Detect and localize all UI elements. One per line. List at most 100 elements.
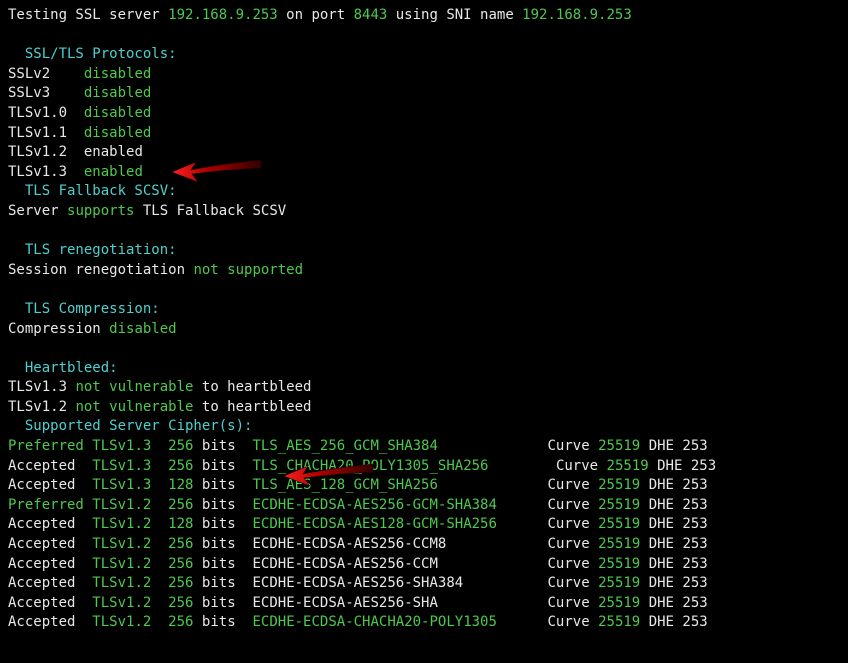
bits-label: bits [202,516,236,532]
cipher-bits: 256 [168,614,193,630]
cipher-name: ECDHE-ECDSA-AES256-CCM8 [252,536,446,552]
cipher-bits: 256 [168,556,193,572]
header-host: 192.168.9.253 [168,7,278,23]
fallback-supports: supports [67,203,134,219]
section-protocols-title: SSL/TLS Protocols: [8,46,177,62]
header-mid: on port [278,7,354,23]
cipher-name: ECDHE-ECDSA-AES128-GCM-SHA256 [252,516,496,532]
cipher-status: Accepted [8,458,75,474]
terminal-output: Testing SSL server 192.168.9.253 on port… [0,0,848,639]
dhe-label: DHE [649,477,674,493]
cipher-bits: 128 [168,477,193,493]
cipher-status: Accepted [8,595,75,611]
cipher-name: ECDHE-ECDSA-CHACHA20-POLY1305 [252,614,496,630]
curve-label: Curve [548,614,590,630]
bits-label: bits [202,614,236,630]
dhe-value: 253 [682,556,707,572]
cipher-status: Accepted [8,614,75,630]
heartbleed-proto: TLSv1.2 [8,399,67,415]
cipher-bits: 256 [168,458,193,474]
section-ciphers-title: Supported Server Cipher(s): [8,418,252,434]
heartbleed-state: not vulnerable [75,379,193,395]
protocols-list: SSLv2 disabled SSLv3 disabled TLSv1.0 di… [8,66,151,180]
bits-label: bits [202,536,236,552]
header-sni: 192.168.9.253 [522,7,632,23]
cipher-bits: 128 [168,516,193,532]
dhe-value: 253 [682,477,707,493]
cipher-name: ECDHE-ECDSA-AES256-CCM [252,556,437,572]
cipher-name: ECDHE-ECDSA-AES256-GCM-SHA384 [252,497,496,513]
curve-value: 25519 [598,477,640,493]
curve-label: Curve [548,477,590,493]
protocol-name: TLSv1.0 [8,105,67,121]
protocol-name: SSLv3 [8,85,50,101]
curve-value: 25519 [598,516,640,532]
cipher-name: ECDHE-ECDSA-AES256-SHA [252,595,437,611]
cipher-bits: 256 [168,595,193,611]
cipher-bits: 256 [168,536,193,552]
curve-value: 25519 [598,595,640,611]
protocol-state: disabled [84,125,151,141]
protocol-name: TLSv1.2 [8,144,67,160]
bits-label: bits [202,477,236,493]
bits-label: bits [202,575,236,591]
ciphers-list: Preferred TLSv1.3 256 bits TLS_AES_256_G… [8,438,716,630]
cipher-proto: TLSv1.2 [92,595,151,611]
section-fallback-title: TLS Fallback SCSV: [8,183,177,199]
cipher-name: ECDHE-ECDSA-AES256-SHA384 [252,575,463,591]
bits-label: bits [202,595,236,611]
reneg-line: Session renegotiation not supported [8,262,303,278]
cipher-status: Preferred [8,438,84,454]
curve-label: Curve [548,595,590,611]
compress-state: disabled [109,321,176,337]
protocol-state: disabled [84,85,151,101]
dhe-label: DHE [649,536,674,552]
protocol-state: enabled [84,164,143,180]
protocol-state: disabled [84,105,151,121]
cipher-bits: 256 [168,438,193,454]
cipher-proto: TLSv1.3 [92,438,151,454]
compress-line: Compression disabled [8,321,177,337]
curve-label: Curve [548,575,590,591]
dhe-value: 253 [682,497,707,513]
protocol-name: TLSv1.1 [8,125,67,141]
cipher-name: TLS_AES_128_GCM_SHA256 [252,477,437,493]
heartbleed-state: not vulnerable [75,399,193,415]
dhe-label: DHE [649,595,674,611]
dhe-label: DHE [657,458,682,474]
curve-label: Curve [548,516,590,532]
cipher-proto: TLSv1.2 [92,575,151,591]
dhe-label: DHE [649,575,674,591]
curve-label: Curve [548,438,590,454]
cipher-status: Accepted [8,536,75,552]
cipher-status: Accepted [8,516,75,532]
cipher-name: TLS_CHACHA20_POLY1305_SHA256 [252,458,488,474]
dhe-label: DHE [649,614,674,630]
protocol-name: TLSv1.3 [8,164,67,180]
curve-label: Curve [548,497,590,513]
dhe-label: DHE [649,516,674,532]
cipher-proto: TLSv1.2 [92,536,151,552]
compress-prefix: Compression [8,321,109,337]
dhe-value: 253 [682,595,707,611]
heartbleed-list: TLSv1.3 not vulnerable to heartbleed TLS… [8,379,311,415]
cipher-name: TLS_AES_256_GCM_SHA384 [252,438,437,454]
curve-value: 25519 [607,458,649,474]
protocol-name: SSLv2 [8,66,50,82]
bits-label: bits [202,497,236,513]
cipher-proto: TLSv1.2 [92,556,151,572]
dhe-value: 253 [682,536,707,552]
curve-value: 25519 [598,614,640,630]
cipher-status: Accepted [8,477,75,493]
dhe-label: DHE [649,438,674,454]
bits-label: bits [202,556,236,572]
cipher-status: Accepted [8,556,75,572]
reneg-state: not supported [193,262,303,278]
curve-value: 25519 [598,497,640,513]
cipher-proto: TLSv1.2 [92,614,151,630]
heartbleed-suffix: to heartbleed [193,379,311,395]
cipher-bits: 256 [168,497,193,513]
bits-label: bits [202,438,236,454]
dhe-value: 253 [691,458,716,474]
dhe-label: DHE [649,556,674,572]
